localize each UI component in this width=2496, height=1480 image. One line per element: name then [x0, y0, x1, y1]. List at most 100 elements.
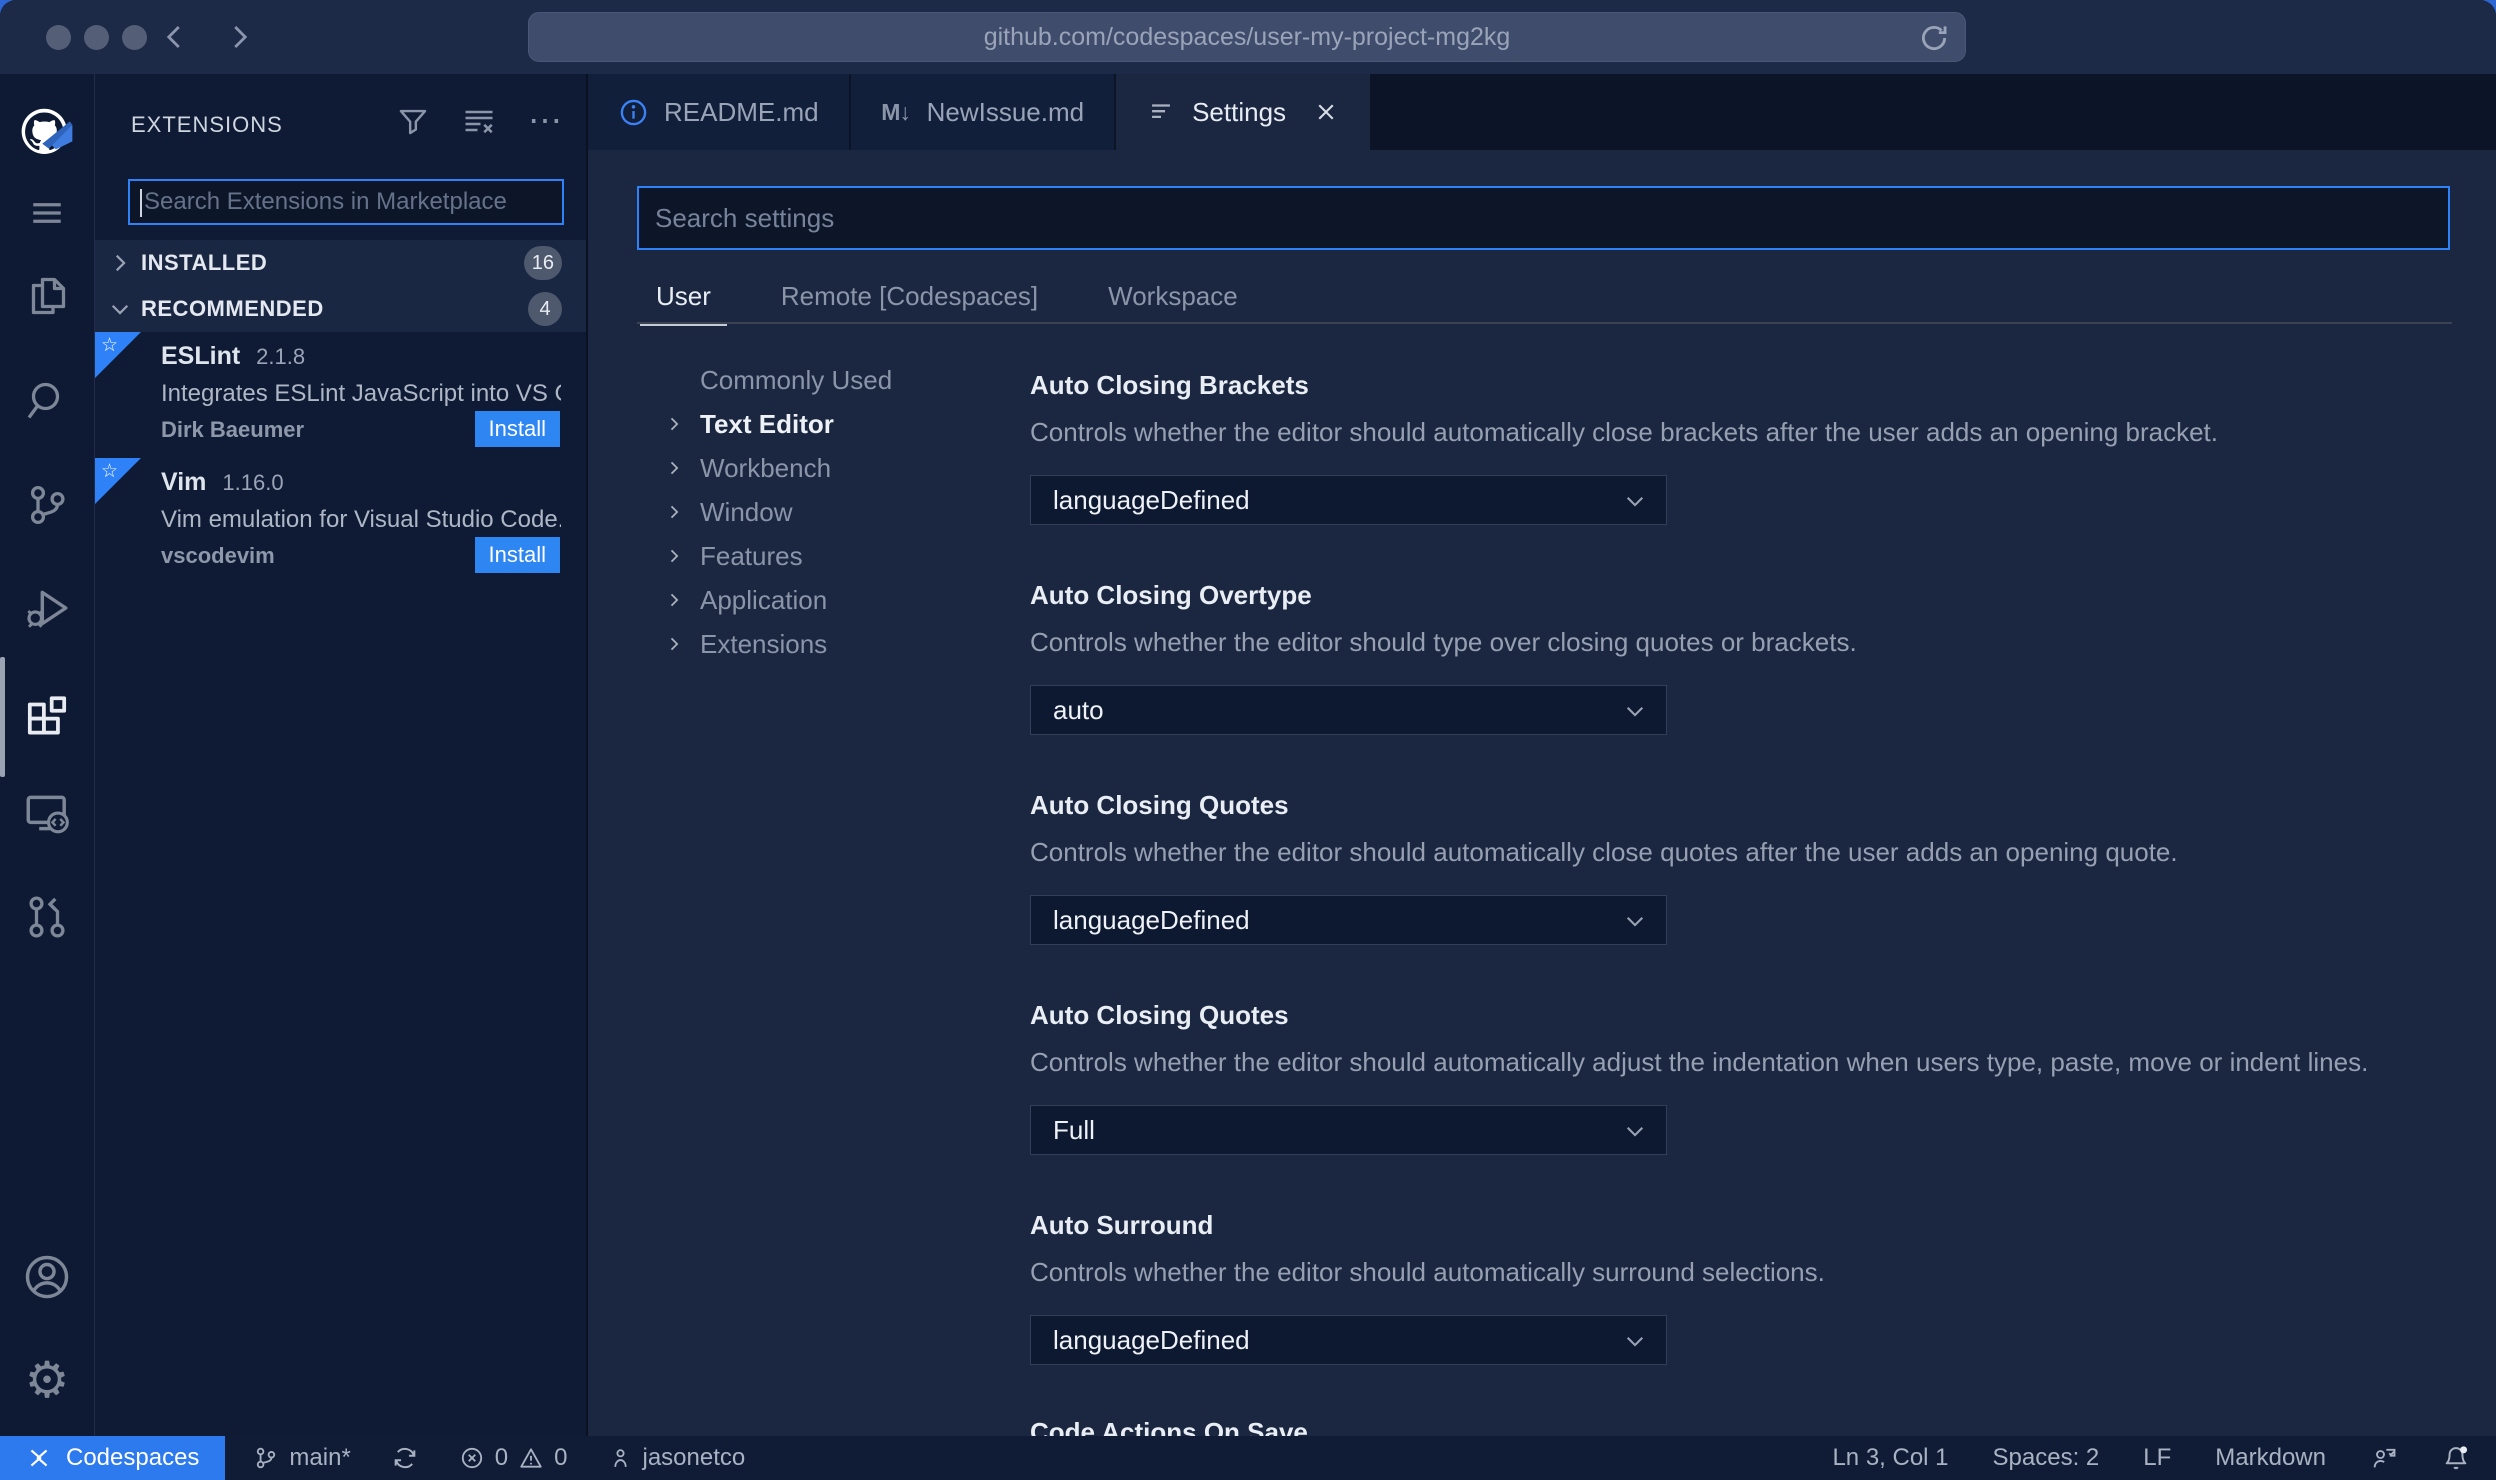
tab-newissue[interactable]: M↓ NewIssue.md	[850, 74, 1117, 150]
chevron-right-icon	[664, 499, 700, 525]
error-icon	[461, 1447, 482, 1469]
activity-bar: ⚙	[0, 74, 95, 1436]
settings-gear-button[interactable]: ⚙	[0, 1340, 94, 1420]
cursor-position[interactable]: Ln 3, Col 1	[1832, 1444, 1948, 1472]
settings-tune-icon	[1146, 97, 1176, 127]
error-count: 0	[494, 1444, 509, 1471]
scope-tab-user[interactable]: User	[640, 268, 727, 326]
toc-item-text-editor[interactable]: Text Editor	[664, 402, 1004, 446]
toc-item-extensions[interactable]: Extensions	[664, 622, 1004, 666]
chevron-down-icon	[1622, 908, 1648, 934]
menu-button[interactable]	[0, 173, 94, 253]
extension-name: Vim	[161, 468, 207, 496]
star-icon: ☆	[101, 461, 119, 482]
setting-entry: Auto Surround Controls whether the edito…	[1030, 1207, 2470, 1365]
scope-tab-workspace[interactable]: Workspace	[1092, 268, 1254, 324]
browser-back-button[interactable]	[152, 14, 198, 60]
install-button[interactable]: Install	[474, 537, 560, 573]
run-and-debug-icon	[27, 590, 68, 628]
account-button[interactable]	[0, 1237, 94, 1317]
settings-editor: User Remote [Codespaces] Workspace Commo…	[588, 150, 2496, 1436]
feedback-button[interactable]	[2370, 1444, 2398, 1472]
browser-chrome: github.com/codespaces/user-my-project-mg…	[0, 0, 2496, 74]
star-icon: ☆	[101, 335, 119, 356]
remote-indicator[interactable]: Codespaces	[0, 1436, 226, 1480]
tab-readme[interactable]: README.md	[588, 74, 851, 150]
user-status[interactable]: jasonetco	[608, 1444, 745, 1472]
minimize-window-button[interactable]	[84, 25, 109, 50]
more-actions-button[interactable]: ⋯	[526, 102, 564, 140]
section-label: INSTALLED	[141, 250, 268, 275]
settings-search-input[interactable]	[639, 202, 2448, 234]
markdown-icon: M↓	[881, 98, 911, 125]
branch-label: main*	[289, 1444, 351, 1471]
setting-description: Controls whether the editor should autom…	[1030, 1257, 1825, 1287]
extension-list-item[interactable]: ☆ Vim 1.16.0 Vim emulation for Visual St…	[95, 458, 586, 584]
warning-icon	[520, 1448, 542, 1468]
sidebar-item-source-control[interactable]	[0, 465, 94, 545]
clear-list-icon	[465, 110, 493, 134]
dropdown-value: languageDefined	[1053, 904, 1250, 935]
files-icon	[31, 277, 66, 315]
text-caret	[140, 189, 142, 217]
setting-dropdown[interactable]: Full	[1030, 1105, 1667, 1155]
divider	[637, 322, 2452, 324]
extensions-search-input[interactable]	[130, 188, 562, 216]
notifications-button[interactable]	[2442, 1444, 2470, 1472]
language-mode[interactable]: Markdown	[2215, 1444, 2326, 1472]
chevron-down-icon	[1622, 698, 1648, 724]
setting-description: Controls whether the editor should type …	[1030, 627, 1857, 657]
section-installed[interactable]: INSTALLED 16	[95, 240, 586, 286]
git-branch-icon	[257, 1447, 276, 1469]
chevron-left-icon	[166, 26, 180, 48]
sidebar-item-remote-explorer[interactable]	[0, 773, 94, 853]
tab-settings[interactable]: Settings	[1116, 74, 1373, 150]
extension-version: 2.1.8	[256, 344, 306, 369]
toc-item-commonly-used[interactable]: Commonly Used	[664, 358, 1004, 402]
setting-dropdown[interactable]: auto	[1030, 685, 1667, 735]
browser-window: github.com/codespaces/user-my-project-mg…	[0, 0, 2496, 1480]
close-window-button[interactable]	[46, 25, 71, 50]
toc-item-features[interactable]: Features	[664, 534, 1004, 578]
sidebar-item-explorer[interactable]	[0, 256, 94, 336]
close-icon[interactable]	[1312, 98, 1340, 126]
install-button[interactable]: Install	[474, 411, 560, 447]
eol-sequence[interactable]: LF	[2143, 1444, 2171, 1472]
branch-status[interactable]: main*	[253, 1444, 351, 1472]
setting-dropdown[interactable]: languageDefined	[1030, 475, 1667, 525]
setting-dropdown[interactable]: languageDefined	[1030, 1315, 1667, 1365]
maximize-window-button[interactable]	[122, 25, 147, 50]
panel-actions: ⋯	[394, 102, 564, 140]
setting-title: Code Actions On Save	[1030, 1417, 1308, 1436]
sidebar-item-pull-requests[interactable]	[0, 877, 94, 957]
extension-name: ESLint	[161, 342, 241, 370]
toc-item-workbench[interactable]: Workbench	[664, 446, 1004, 490]
toc-item-window[interactable]: Window	[664, 490, 1004, 534]
setting-title: Auto Closing Brackets	[1030, 370, 1309, 400]
pull-request-icon	[29, 896, 65, 938]
toc-item-application[interactable]: Application	[664, 578, 1004, 622]
section-recommended[interactable]: RECOMMENDED 4	[95, 286, 586, 332]
sync-button[interactable]	[391, 1444, 419, 1472]
extension-author: vscodevim	[161, 543, 275, 568]
clear-extensions-search-button[interactable]	[460, 102, 498, 140]
tab-label: NewIssue.md	[926, 96, 1085, 127]
sidebar-item-search[interactable]	[0, 361, 94, 441]
setting-dropdown[interactable]: languageDefined	[1030, 895, 1667, 945]
url-text: github.com/codespaces/user-my-project-mg…	[983, 22, 1511, 51]
scope-tab-remote[interactable]: Remote [Codespaces]	[765, 268, 1054, 324]
address-bar[interactable]: github.com/codespaces/user-my-project-mg…	[528, 12, 1966, 62]
refresh-icon[interactable]	[1917, 21, 1951, 55]
extension-list-item[interactable]: ☆ ESLint 2.1.8 Integrates ESLint JavaScr…	[95, 332, 586, 458]
chevron-right-icon	[664, 411, 700, 437]
sidebar-item-extensions[interactable]	[0, 677, 94, 757]
github-codespaces-logo	[0, 95, 94, 175]
problems-status[interactable]: 0 0	[459, 1444, 568, 1472]
sidebar-item-run-debug[interactable]	[0, 568, 94, 648]
browser-forward-button[interactable]	[216, 14, 262, 60]
indentation[interactable]: Spaces: 2	[1993, 1444, 2100, 1472]
setting-entry: Auto Closing Brackets Controls whether t…	[1030, 367, 2470, 525]
dropdown-value: languageDefined	[1053, 1324, 1250, 1355]
filter-button[interactable]	[394, 102, 432, 140]
panel-title: EXTENSIONS	[131, 112, 283, 137]
